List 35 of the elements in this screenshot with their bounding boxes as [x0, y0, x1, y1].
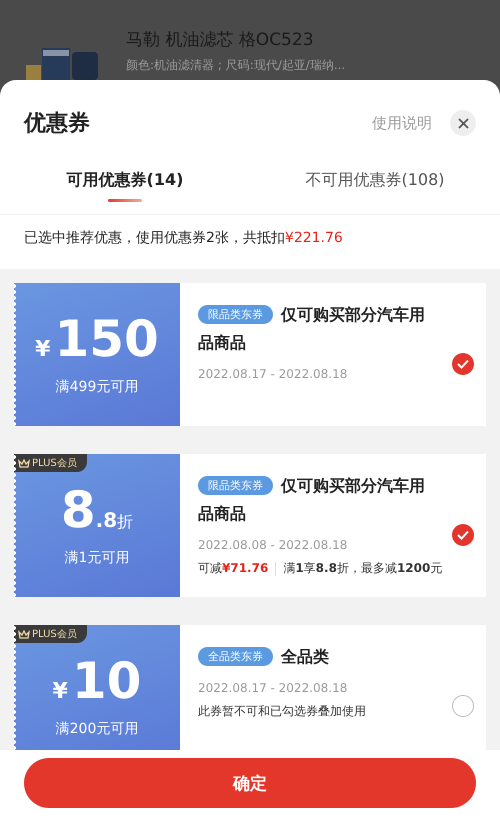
coupon-title: 限品类东券 仅可购买部分汽车用品商品	[198, 304, 426, 354]
close-button[interactable]	[450, 110, 476, 136]
coupon-note: 此券暂不可和已勾选券叠加使用	[198, 703, 367, 720]
coupon-value: ¥150	[35, 314, 159, 364]
member-label: PLUS会员	[32, 628, 77, 641]
coupon-dates: 2022.08.17 - 2022.08.18	[198, 681, 348, 695]
member-label: PLUS会员	[32, 457, 77, 470]
product-spec: 颜色:机油滤清器 ; 尺码:现代/起亚/瑞纳...	[126, 57, 346, 74]
coupon-value: 8.8折	[60, 484, 134, 534]
crown-icon	[18, 458, 30, 468]
coupon-checkbox[interactable]	[452, 352, 474, 374]
coupon-title: 限品类东券 仅可购买部分汽车用品商品	[198, 475, 426, 525]
coupon-dates: 2022.08.08 - 2022.08.18	[198, 538, 348, 552]
checkmark-icon	[457, 530, 469, 540]
crown-icon	[18, 630, 30, 638]
saving-text: 可减¥71.76	[198, 560, 268, 577]
coupon-value: ¥10	[52, 656, 142, 706]
close-icon	[458, 118, 468, 128]
coupon-detail: 满1享8.8折，最多减1200元	[283, 560, 442, 577]
coupon-dates: 2022.08.17 - 2022.08.18	[198, 367, 348, 381]
coupon-tab[interactable]: 可用优惠券(14)	[0, 170, 250, 214]
coupon-card[interactable]: ¥150 满499元可用 限品类东券 仅可购买部分汽车用品商品 2022.08.17 - 2022.08.18	[14, 283, 486, 426]
coupon-condition: 满200元可用	[56, 720, 138, 738]
discount-summary: 已选中推荐优惠，使用优惠券2张，共抵扣¥221.76	[23, 229, 344, 248]
coupon-condition: 满1元可用	[64, 548, 130, 566]
confirm-button[interactable]: 确定	[24, 758, 476, 808]
coupon-checkbox[interactable]	[452, 694, 474, 716]
coupon-card[interactable]: PLUS会员 8.8折 满1元可用 限品类东券 仅可购买部分汽车用品商品 2022.08.08 - 2022.08.18 可减¥71.76 满1享8.8折，最多减1200元	[14, 454, 486, 597]
coupon-title: 全品类东券 全品类	[198, 643, 446, 671]
coupon-tab[interactable]: 不可用优惠券(108)	[250, 170, 500, 214]
coupon-condition: 满499元可用	[56, 378, 138, 396]
coupon-checkbox[interactable]	[452, 524, 474, 546]
checkmark-icon	[457, 358, 469, 368]
coupon-card[interactable]: PLUS会员 ¥10 满200元可用 全品类东券 全品类 2022.08.17 - 2022.08.18 此券暂不可和已勾选券叠加使用	[14, 625, 486, 750]
sheet-title: 优惠券	[24, 110, 91, 138]
